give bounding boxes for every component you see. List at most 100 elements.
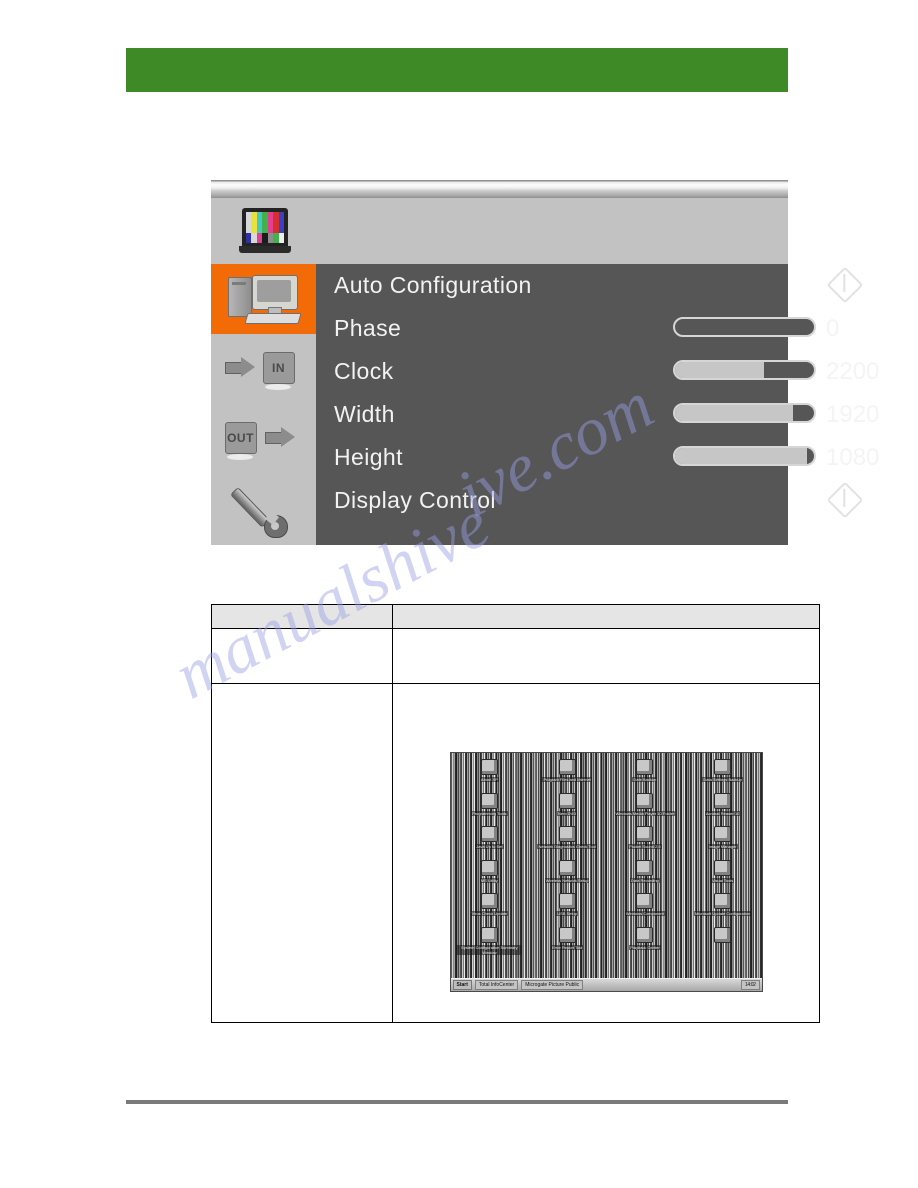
osd-row-phase[interactable]: Phase 0 [316, 307, 839, 350]
desktop-icon-glyph [714, 759, 732, 775]
desktop-icon-glyph [480, 759, 498, 775]
desktop-icon[interactable]: Date Backup [606, 757, 684, 791]
input-arrow-icon: IN [223, 344, 305, 394]
desktop-icon[interactable]: Windows Component [606, 891, 684, 925]
osd-row-width[interactable]: Width 1920 [316, 393, 879, 436]
desktop-icon-label: Pocket Sound 2.5 [628, 844, 662, 849]
desktop-icon-label: Visual Tools [711, 877, 735, 883]
desktop-icon-glyph [480, 859, 498, 876]
desktop-icon-label: Date Backup [632, 777, 658, 782]
enter-diamond-icon[interactable] [826, 481, 864, 519]
desktop-icon-label: About XP [479, 777, 499, 782]
width-slider[interactable] [673, 403, 816, 423]
desktop-icon-label: Program Files and Internet [542, 777, 592, 782]
clock-slider-fill [675, 362, 764, 378]
footer-divider [126, 1100, 788, 1104]
table-cell-a [211, 683, 393, 1023]
desktop-icon[interactable]: Playback Center [606, 925, 684, 959]
desktop-icon[interactable]: Virus Check Update [451, 891, 529, 925]
desktop-icon[interactable]: Visual Tools [684, 858, 762, 892]
desktop-icon[interactable]: Pocket Sound 2.5 [606, 824, 684, 858]
manual-page: IN OUT Auto Configuration Phase 0 Clock … [0, 0, 918, 1188]
height-slider[interactable] [673, 446, 816, 466]
sidebar-item-output[interactable]: OUT [211, 404, 316, 474]
desktop-icon[interactable]: Image Manager [684, 824, 762, 858]
table-cell-b [392, 628, 820, 684]
desktop-icon-glyph [558, 826, 576, 842]
table-cell-a [211, 628, 393, 684]
desktop-icon[interactable] [684, 925, 762, 959]
page-header-band [126, 48, 788, 92]
sidebar-item-computer[interactable] [211, 264, 316, 334]
enter-diamond-icon[interactable] [826, 266, 864, 304]
desktop-icon-label: Image Manager [707, 844, 738, 849]
desktop-icon-glyph [480, 926, 498, 943]
desktop-icon-label: Virus Check Update [470, 911, 509, 916]
desktop-icon-label: Playback Center [629, 944, 661, 950]
desktop-icon[interactable]: MS Utility [451, 858, 529, 892]
desktop-icon-label: USB Setup [556, 911, 579, 916]
osd-title-bar [211, 198, 788, 264]
osd-row-label: Phase [334, 315, 402, 341]
desktop-icon-glyph [714, 926, 732, 943]
table-header-cell-b [392, 604, 820, 629]
desktop-icon-label: System Configuration Summary Window [456, 944, 523, 955]
sidebar-item-output-label: OUT [224, 422, 257, 454]
desktop-icon-label: MS Utility [479, 877, 499, 883]
clock-slider[interactable] [673, 360, 816, 380]
desktop-icon[interactable]: Network Diagnostics Check Tool [528, 824, 606, 858]
phase-value: 0 [826, 314, 840, 342]
desktop-icon-glyph [714, 826, 732, 842]
desktop-icon[interactable]: Microsoft Update Configuration [684, 891, 762, 925]
desktop-icon[interactable]: Data Settings Backup [684, 757, 762, 791]
osd-row-clock[interactable]: Clock 2200 [316, 350, 879, 393]
phase-slider[interactable] [673, 317, 816, 337]
desktop-icon-glyph [714, 792, 732, 809]
table-row: About XP Program Files and Internet Date B… [211, 683, 820, 1023]
desktop-icon-glyph [636, 792, 654, 809]
osd-row-label: Auto Configuration [334, 272, 532, 298]
desktop-icon-glyph [636, 926, 654, 943]
taskbar-button[interactable]: Microgate Picture Public [521, 980, 584, 990]
taskbar-button[interactable]: Total InfoCenter [474, 980, 519, 990]
desktop-icon[interactable]: Windows Media Player 10 Folder [606, 791, 684, 825]
desktop-icon[interactable]: Acrobat Reader 10 [684, 791, 762, 825]
desktop-icon-glyph [636, 859, 654, 876]
clock-value: 2200 [826, 357, 880, 385]
desktop-icon-glyph [558, 859, 576, 876]
desktop-icon[interactable]: Data Recording [606, 858, 684, 892]
desktop-icon-label: Nero DVD [557, 810, 578, 816]
output-arrow-icon: OUT [223, 414, 305, 464]
sidebar-item-tools[interactable] [211, 474, 316, 544]
desktop-icon-grid: About XP Program Files and Internet Date B… [451, 753, 762, 958]
table-cell-b-screenshot: About XP Program Files and Internet Date B… [392, 683, 820, 1023]
osd-row-height[interactable]: Height 1080 [316, 436, 879, 479]
desktop-icon[interactable]: Program Files and Internet [528, 757, 606, 791]
desktop-icon[interactable]: System Configuration Summary Window [451, 925, 529, 959]
height-slider-fill [675, 448, 808, 464]
desktop-icon-glyph [480, 893, 498, 909]
desktop-icon-glyph [558, 893, 576, 909]
desktop-icon[interactable]: Nero DVD [528, 791, 606, 825]
desktop-icon-label: Programming Tools [471, 810, 508, 816]
desktop-icon[interactable]: Error Report Tool [528, 925, 606, 959]
desktop-icon-label: Java Up to Set [475, 844, 504, 849]
sidebar-item-input[interactable]: IN [211, 334, 316, 404]
osd-row-auto-configuration[interactable]: Auto Configuration [316, 264, 864, 307]
content-table: About XP Program Files and Internet Date B… [211, 604, 820, 1023]
wrench-icon [229, 481, 296, 538]
desktop-icon[interactable]: Wireless Network Setup [528, 858, 606, 892]
desktop-icon-glyph [480, 792, 498, 809]
desktop-icon-label: Data Settings Backup [702, 777, 743, 782]
osd-menu-list: Auto Configuration Phase 0 Clock 2200 Wi… [316, 264, 879, 545]
desktop-icon[interactable]: About XP [451, 757, 529, 791]
start-button[interactable]: Start [452, 980, 472, 990]
width-value: 1920 [826, 400, 880, 428]
desktop-icon-glyph [558, 926, 576, 943]
desktop-icon[interactable]: Java Up to Set [451, 824, 529, 858]
desktop-icon[interactable]: USB Setup [528, 891, 606, 925]
desktop-icon-glyph [636, 759, 654, 775]
osd-row-label: Clock [334, 358, 394, 384]
desktop-icon[interactable]: Programming Tools [451, 791, 529, 825]
osd-row-display-control[interactable]: Display Control [316, 479, 864, 522]
